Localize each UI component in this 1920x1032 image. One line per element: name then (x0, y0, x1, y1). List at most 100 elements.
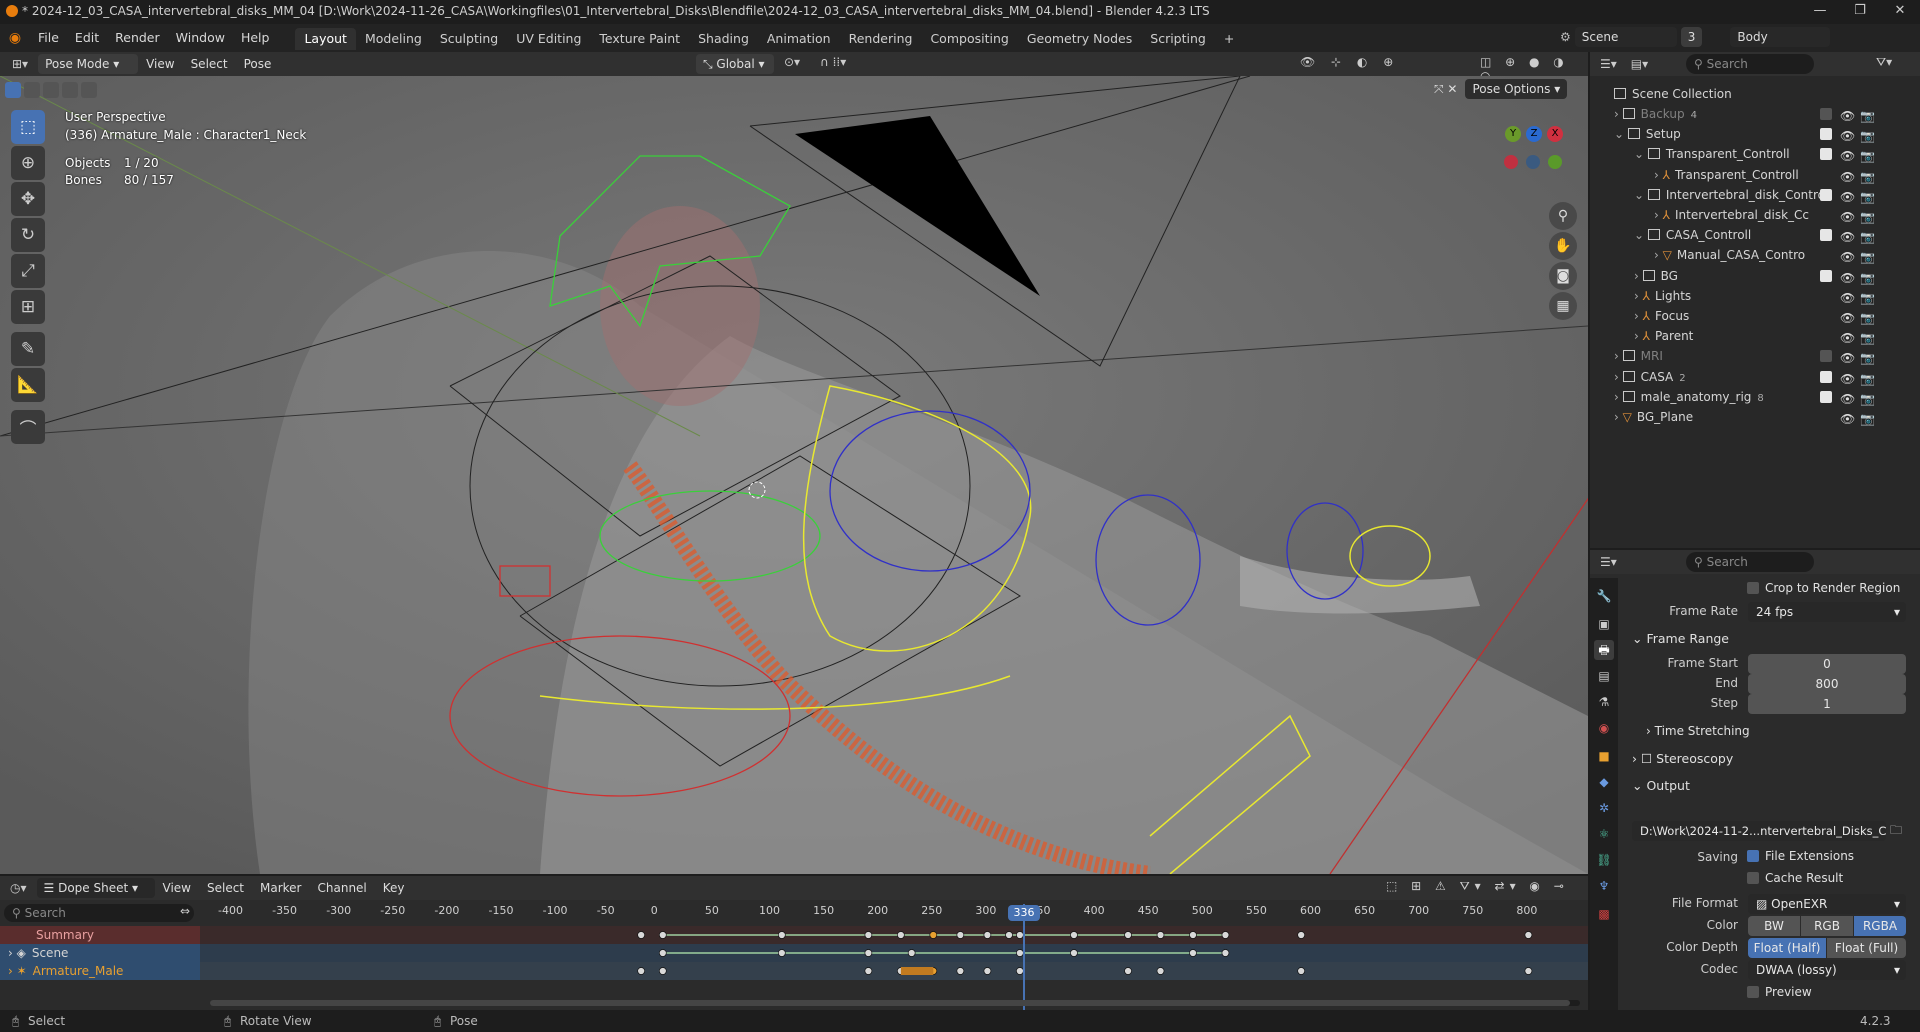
tab-compositing[interactable]: Compositing (921, 28, 1017, 50)
pivot-icon[interactable]: ⊙▾ (784, 55, 800, 69)
current-frame-indicator[interactable]: 336 (1008, 905, 1040, 921)
render-camera-icon[interactable]: 📷 (1860, 126, 1875, 146)
navigation-gizmo[interactable]: Y Z X (1500, 126, 1580, 186)
annotate-tool-icon[interactable]: ✎ (11, 332, 45, 366)
expand-open-icon[interactable]: ⌄ (1634, 188, 1648, 202)
outliner-row[interactable]: › MRI 👁 📷 (1590, 346, 1920, 366)
outliner-editor-icon[interactable]: ☰▾ (1600, 57, 1617, 71)
outliner-row[interactable]: › ⅄ Transparent_Controll 👁 📷 (1590, 165, 1920, 185)
particles-tab-icon[interactable]: ✲ (1594, 798, 1614, 818)
keyframe-diamond[interactable] (983, 967, 992, 975)
menu-view[interactable]: View (138, 52, 182, 76)
maximize-icon[interactable]: ❐ (1840, 0, 1880, 22)
expand-open-icon[interactable]: ⌄ (1614, 127, 1628, 141)
expand-closed-icon[interactable]: › (1634, 289, 1643, 303)
tab-rendering[interactable]: Rendering (840, 28, 922, 50)
keyframe-diamond[interactable] (1156, 967, 1165, 975)
display-mode-icon[interactable]: ▤▾ (1631, 57, 1648, 71)
data-tab-icon[interactable]: ♆ (1594, 876, 1614, 896)
scene-collection-row[interactable]: Scene Collection (1590, 84, 1920, 104)
menu-select[interactable]: Select (183, 52, 236, 76)
visibility-eye-icon[interactable]: 👁 (1840, 308, 1855, 328)
render-camera-icon[interactable]: 📷 (1860, 247, 1875, 267)
expand-open-icon[interactable]: ⌄ (1634, 147, 1648, 161)
keyframe-diamond[interactable] (1070, 931, 1078, 939)
expand-closed-icon[interactable]: › (1634, 269, 1643, 283)
exclude-checkbox[interactable] (1820, 390, 1832, 403)
exclude-checkbox[interactable] (1820, 269, 1832, 282)
keyframe-diamond[interactable] (658, 931, 667, 939)
measure-tool-icon[interactable]: 📐 (11, 368, 45, 402)
move-tool-icon[interactable]: ✥ (11, 182, 45, 216)
outliner-row[interactable]: ⌄ Intervertebral_disk_Contro 👁 📷 (1590, 185, 1920, 205)
world-tab-icon[interactable]: ◉ (1594, 718, 1614, 738)
render-camera-icon[interactable]: 📷 (1860, 187, 1875, 207)
render-camera-icon[interactable]: 📷 (1860, 348, 1875, 368)
filter-icon[interactable]: ⛛▾ (1876, 55, 1892, 70)
keyframe-diamond[interactable] (658, 949, 667, 957)
exclude-checkbox[interactable] (1820, 229, 1832, 242)
keyframe-diamond[interactable] (658, 967, 667, 975)
render-camera-icon[interactable]: 📷 (1860, 409, 1875, 429)
keyframe-diamond[interactable] (1524, 931, 1533, 939)
frame-ruler[interactable]: -400 -350 -300 -250 -200 -150 -100 -50 0 50 100 150… (200, 902, 1588, 922)
tab-sculpting[interactable]: Sculpting (431, 28, 507, 50)
visibility-eye-icon[interactable]: 👁 (1840, 146, 1855, 166)
constraints-tab-icon[interactable]: ⛓ (1594, 850, 1614, 870)
menu-window[interactable]: Window (168, 24, 233, 52)
keyframe-diamond[interactable] (956, 967, 965, 975)
outliner-row[interactable]: › ▽ BG_Plane 👁 📷 (1590, 407, 1920, 427)
outliner-row[interactable]: › male_anatomy_rig 8 👁 📷 (1590, 387, 1920, 407)
tool-tab-icon[interactable]: 🔧 (1594, 586, 1614, 606)
keyframe-diamond[interactable] (1297, 967, 1306, 975)
render-camera-icon[interactable]: 📷 (1860, 207, 1875, 227)
tab-uv-editing[interactable]: UV Editing (507, 28, 590, 50)
render-camera-icon[interactable]: 📷 (1860, 328, 1875, 348)
channel-scene[interactable]: › ◈ Scene (0, 944, 200, 962)
transform-tool-icon[interactable]: ⊞ (11, 290, 45, 324)
physics-tab-icon[interactable]: ⚛ (1594, 824, 1614, 844)
output-tab-icon[interactable]: 🖶 (1594, 640, 1614, 660)
expand-closed-icon[interactable]: › (1614, 107, 1623, 121)
view-layer-selector[interactable]: Body (1730, 27, 1831, 47)
keyframe-diamond[interactable] (983, 931, 992, 939)
outliner-row[interactable]: ⌄ CASA_Controll 👁 📷 (1590, 225, 1920, 245)
dope-menu-view[interactable]: View (155, 876, 199, 900)
outliner-row[interactable]: › Backup 4 👁 📷 (1590, 104, 1920, 124)
visibility-eye-icon[interactable]: 👁 (1840, 126, 1855, 146)
render-camera-icon[interactable]: 📷 (1860, 167, 1875, 187)
transform-affect-icon[interactable]: ⤧ ✕ (1434, 82, 1457, 97)
exclude-checkbox[interactable] (1820, 350, 1832, 363)
exclude-checkbox[interactable] (1820, 188, 1832, 201)
expand-closed-icon[interactable]: › (1614, 390, 1623, 404)
keyframe-diamond[interactable] (637, 931, 646, 939)
keyframe-diamond[interactable] (1156, 931, 1165, 939)
exclude-checkbox[interactable] (1820, 370, 1832, 383)
keyframe-diamond[interactable] (907, 949, 916, 957)
keyframe-diamond[interactable] (1297, 931, 1306, 939)
expand-closed-icon[interactable]: › (1634, 329, 1643, 343)
file-format-dropdown[interactable]: ▨ OpenEXR ▾ (1748, 894, 1906, 914)
outliner-search-input[interactable]: ⚲ Search (1686, 54, 1814, 74)
expand-closed-icon[interactable]: › (1654, 168, 1663, 182)
tab-modeling[interactable]: Modeling (356, 28, 431, 50)
depth-half-button[interactable]: Float (Half) (1748, 938, 1826, 958)
dope-sheet-mode[interactable]: ☰ Dope Sheet ▾ (36, 878, 155, 898)
dope-menu-marker[interactable]: Marker (252, 876, 309, 900)
timeline-editor-icon[interactable]: ◷▾ (10, 881, 27, 895)
render-camera-icon[interactable]: 📷 (1860, 146, 1875, 166)
menu-edit[interactable]: Edit (67, 24, 107, 52)
menu-pose[interactable]: Pose (236, 52, 280, 76)
frame-range-header[interactable]: ⌄ Frame Range (1632, 631, 1729, 646)
outliner-row[interactable]: ⌄ Transparent_Controll 👁 📷 (1590, 144, 1920, 164)
file-extensions-checkbox[interactable] (1747, 850, 1759, 862)
folder-icon[interactable]: 🗀 (1890, 821, 1902, 842)
render-camera-icon[interactable]: 📷 (1860, 389, 1875, 409)
add-workspace-icon[interactable]: + (1215, 28, 1243, 50)
color-rgb-button[interactable]: RGB (1801, 916, 1853, 936)
render-camera-icon[interactable]: 📷 (1860, 288, 1875, 308)
channel-summary[interactable]: Summary (0, 926, 200, 944)
visibility-eye-icon[interactable]: 👁 (1840, 409, 1855, 429)
frame-rate-dropdown[interactable]: 24 fps ▾ (1748, 602, 1906, 622)
channel-armature[interactable]: › ✶ Armature_Male (0, 962, 200, 980)
